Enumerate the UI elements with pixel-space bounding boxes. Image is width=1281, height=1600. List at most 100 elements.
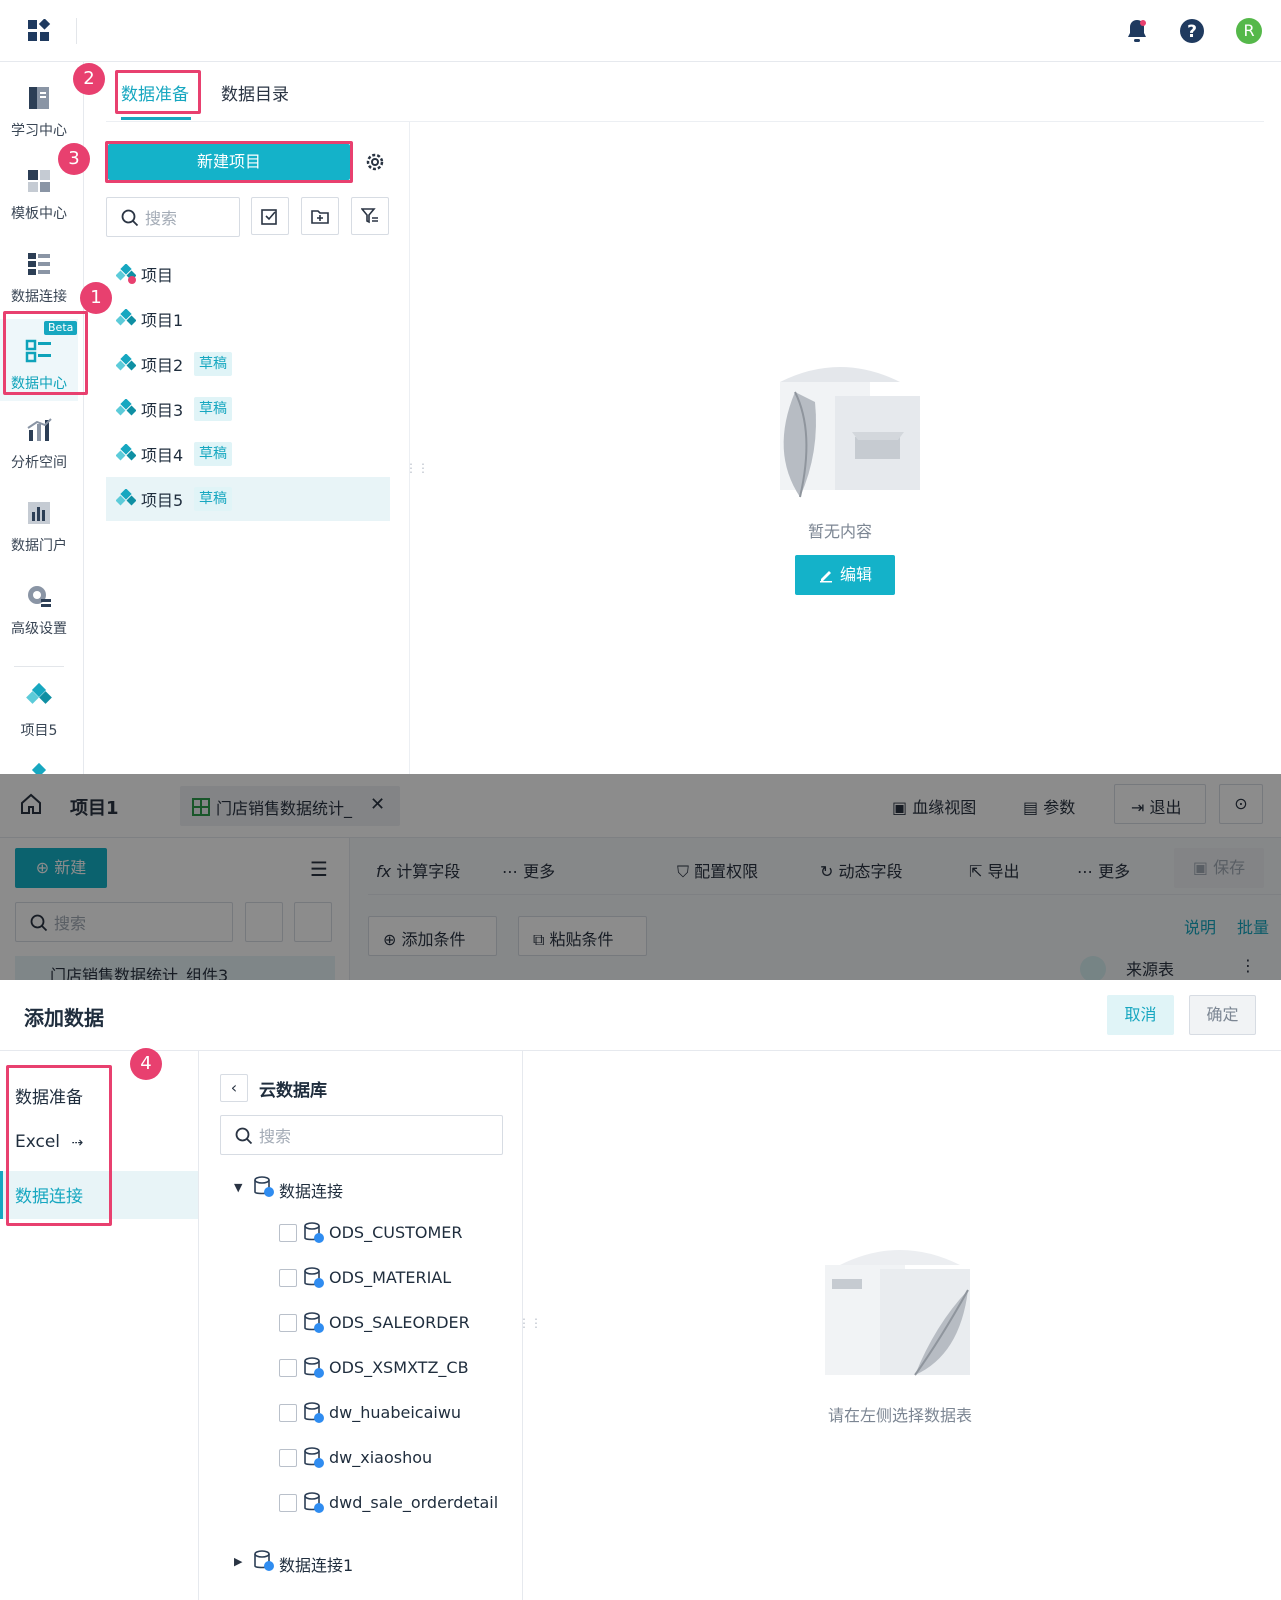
cloud-db-icon <box>304 1222 324 1243</box>
table-checkbox[interactable] <box>279 1494 297 1512</box>
tab-data-prep[interactable]: 数据准备 <box>121 80 189 105</box>
expand-icon[interactable]: ▼ <box>234 1181 242 1194</box>
db-title: 云数据库 <box>259 1081 327 1101</box>
table-name[interactable]: dw_huabeicaiwu <box>329 1403 461 1422</box>
new-project-button[interactable]: 新建项目 <box>108 144 350 180</box>
project-row[interactable]: 项目4 草稿 <box>106 432 390 476</box>
cloud-db-icon <box>254 1176 274 1197</box>
nav-data-connection[interactable]: 数据连接 <box>0 236 78 316</box>
editor-background: 项目1 门店销售数据统计_ ✕ ▣ 血缘视图 ▤ 参数 ⇥ 退出 ⊙ ⊕ 新建 … <box>0 774 1281 980</box>
step-badge-2: 2 <box>73 63 105 95</box>
project-label: 项目3 <box>141 401 184 420</box>
project-icon <box>31 762 47 774</box>
table-checkbox[interactable] <box>279 1404 297 1422</box>
table-name[interactable]: dw_xiaoshou <box>329 1448 432 1467</box>
cancel-button[interactable]: 取消 <box>1107 995 1174 1035</box>
table-checkbox[interactable] <box>279 1314 297 1332</box>
source-data-prep[interactable]: 数据准备 <box>15 1083 83 1108</box>
confirm-button[interactable]: 确定 <box>1189 995 1256 1035</box>
table-search-input[interactable]: 搜索 <box>220 1115 503 1155</box>
grid-icon[interactable] <box>27 19 51 43</box>
gear-icon[interactable] <box>365 152 385 172</box>
search-icon <box>235 1127 253 1145</box>
table-checkbox[interactable] <box>279 1224 297 1242</box>
cloud-db-icon <box>254 1550 274 1571</box>
step-badge-3: 3 <box>58 143 90 175</box>
project-icon <box>116 309 136 326</box>
table-checkbox[interactable] <box>279 1359 297 1377</box>
tab-data-catalog[interactable]: 数据目录 <box>221 80 289 105</box>
book-icon <box>29 87 49 109</box>
project-row[interactable]: 项目 <box>106 252 390 296</box>
select-table-hint: 请在左侧选择数据表 <box>827 1406 972 1425</box>
batch-select-button[interactable] <box>251 197 289 235</box>
nav-settings[interactable]: 高级设置 <box>0 568 78 648</box>
avatar[interactable]: R <box>1236 18 1262 44</box>
table-name[interactable]: dwd_sale_orderdetail <box>329 1493 498 1512</box>
empty-illustration-2 <box>825 1250 970 1376</box>
project-label: 项目5 <box>141 491 184 510</box>
project-icon <box>116 264 136 284</box>
draft-badge: 草稿 <box>194 487 232 511</box>
empty-illustration <box>780 367 920 498</box>
table-name[interactable]: ODS_CUSTOMER <box>329 1223 463 1242</box>
project-icon <box>26 682 52 704</box>
nav-data-center[interactable]: Beta 数据中心 <box>0 319 78 401</box>
nav-learning[interactable]: 学习中心 <box>0 70 78 150</box>
dialog-title: 添加数据 <box>24 1006 104 1030</box>
search-icon <box>121 209 139 227</box>
project-label: 项目4 <box>141 446 184 465</box>
project-icon <box>116 399 136 416</box>
edit-button[interactable]: 编辑 <box>795 555 895 595</box>
tree-root-2[interactable]: 数据连接1 <box>279 1552 353 1576</box>
beta-badge: Beta <box>44 321 78 335</box>
project-row[interactable]: 项目3 草稿 <box>106 387 390 431</box>
project-label: 项目 <box>141 266 174 285</box>
project-row[interactable]: 项目2 草稿 <box>106 342 390 386</box>
project-row[interactable]: 项目5 草稿 <box>106 477 390 521</box>
cloud-db-icon <box>304 1357 324 1378</box>
search-placeholder: 搜索 <box>145 209 178 228</box>
draft-badge: 草稿 <box>194 442 232 466</box>
analysis-icon <box>27 418 52 441</box>
draft-badge: 草稿 <box>194 397 232 421</box>
arrow-right-icon: ⇢ <box>71 1135 84 1151</box>
add-data-dialog: 添加数据 取消 确定 数据准备 Excel ⇢ 数据连接 4 ‹ 云数据库 搜索… <box>0 980 1281 1600</box>
data-connection-icon <box>28 253 50 275</box>
expand-icon-2[interactable]: ▶ <box>234 1555 242 1568</box>
back-button[interactable]: ‹ <box>220 1074 248 1102</box>
project-row[interactable]: 项目1 <box>106 297 390 341</box>
resize-handle-2[interactable]: ⋮⋮ <box>518 1317 542 1338</box>
new-folder-button[interactable] <box>301 197 339 235</box>
project-search-input[interactable]: 搜索 <box>106 197 240 237</box>
nav-analysis[interactable]: 分析空间 <box>0 402 78 482</box>
cloud-db-icon <box>304 1447 324 1468</box>
tree-root[interactable]: 数据连接 <box>279 1178 343 1202</box>
check-square-icon <box>261 209 277 225</box>
template-icon <box>28 170 50 192</box>
filter-button[interactable] <box>351 197 389 235</box>
nav-portal[interactable]: 数据门户 <box>0 485 78 565</box>
table-checkbox[interactable] <box>279 1269 297 1287</box>
svg-text:?: ? <box>1187 22 1197 42</box>
settings-icon <box>28 586 51 607</box>
table-name[interactable]: ODS_MATERIAL <box>329 1268 451 1287</box>
resize-handle[interactable]: ⋮⋮ <box>405 462 429 483</box>
table-checkbox[interactable] <box>279 1449 297 1467</box>
cloud-db-icon <box>304 1312 324 1333</box>
bell-icon[interactable] <box>1125 18 1149 44</box>
help-icon[interactable]: ? <box>1179 18 1205 44</box>
table-name[interactable]: ODS_SALEORDER <box>329 1313 470 1332</box>
project-icon <box>116 354 136 371</box>
folder-plus-icon <box>311 210 329 224</box>
data-center-icon <box>25 339 51 363</box>
cloud-db-icon <box>304 1492 324 1513</box>
cloud-db-icon <box>304 1267 324 1288</box>
filter-icon <box>361 208 378 224</box>
top-bar: ? R <box>0 0 1281 62</box>
source-excel[interactable]: Excel ⇢ <box>15 1132 83 1152</box>
project-label: 项目1 <box>141 311 184 330</box>
table-name[interactable]: ODS_XSMXTZ_CB <box>329 1358 469 1377</box>
cloud-db-icon <box>304 1402 324 1423</box>
nav-project5[interactable]: 项目5 <box>0 668 78 748</box>
